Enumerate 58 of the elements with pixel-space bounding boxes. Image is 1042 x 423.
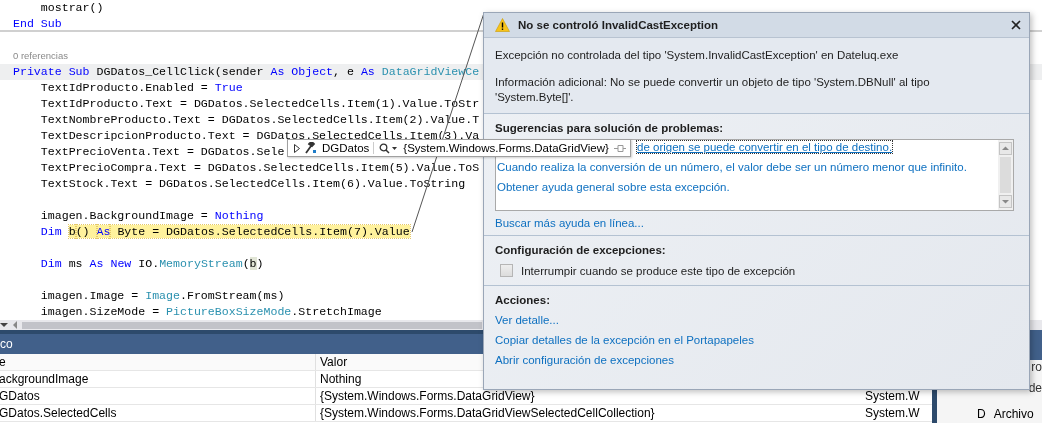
suggestion-link[interactable]: Obtener ayuda general sobre esta excepción.: [497, 181, 730, 193]
variable-name: DGDatos: [322, 142, 375, 154]
search-icon[interactable]: [379, 142, 399, 154]
code-line: TextDescripcionProducto.Text = DGDatos.SelectedCells.Item(3).Va: [39, 129, 480, 142]
variable-name: GDatos: [0, 389, 40, 403]
warning-icon: [495, 18, 510, 32]
variable-type: System.W: [865, 389, 920, 403]
code-line: TextNombreProducto.Text = DGDatos.SelectedCells.Item(2).Value.T: [39, 113, 480, 126]
reference-count[interactable]: 0 referencias: [13, 50, 68, 61]
close-icon: [1011, 20, 1021, 30]
action-link[interactable]: Copiar detalles de la excepción en el Portapapeles: [495, 334, 1019, 346]
field-icon: [305, 142, 317, 154]
code-line: TextIdProducto.Text = DGDatos.SelectedCells.Item(1).Value.ToStr: [39, 97, 480, 110]
section-heading: Sugerencias para solución de problemas:: [495, 122, 725, 134]
code-line: imagen.SizeMode = PictureBoxSizeMode.StretchImage: [39, 305, 382, 318]
exception-details: Información adicional: No se puede convertir un objeto de tipo 'System.DBNull' al tipo 'System.Byte[]'.: [495, 75, 931, 105]
section-heading: Configuración de excepciones:: [495, 244, 667, 256]
column-header[interactable]: Valor: [320, 355, 348, 369]
exception-message: Excepción no controlada del tipo 'System.InvalidCastException' en Dateluq.exe: [495, 48, 900, 63]
variable-name: GDatos.SelectedCells: [0, 406, 117, 420]
more-help-link[interactable]: Buscar más ayuda en línea...: [495, 217, 1019, 229]
pin-icon[interactable]: [613, 143, 626, 153]
scroll-left-icon[interactable]: [12, 321, 18, 329]
code-line: Dim ms As New IO.MemoryStream(b): [39, 257, 264, 270]
panel-title: co: [0, 337, 13, 351]
column-header[interactable]: Archivo: [993, 407, 1034, 423]
checkbox[interactable]: [500, 264, 513, 277]
column-header[interactable]: e: [0, 355, 6, 369]
code-line: End Sub: [13, 17, 62, 30]
scroll-up-icon[interactable]: [999, 142, 1012, 155]
suggestion-link[interactable]: de origen se puede convertir en el tipo de destino.: [637, 141, 893, 153]
variable-value: {System.Windows.Forms.DataGridViewSelectedCellCollection}: [320, 406, 655, 420]
code-line: TextStock.Text = DGDatos.SelectedCells.Item(6).Value.ToString: [39, 177, 466, 190]
dialog-title: No se controló InvalidCastException: [518, 19, 719, 31]
code-line: mostrar(): [39, 1, 104, 14]
code-line: imagen.Image = Image.FromStream(ms): [39, 289, 285, 302]
code-line: imagen.BackgroundImage = Nothing: [39, 209, 264, 222]
panel-text: ro: [1031, 360, 1042, 374]
checkbox-label[interactable]: Interrumpir cuando se produce este tipo de excepción: [521, 264, 796, 277]
expand-icon[interactable]: [294, 143, 300, 153]
code-line: Dim b() As Byte = DGDatos.SelectedCells.Item(7).Value: [39, 225, 410, 238]
variable-value: {System.Windows.Forms.DataGridView}: [320, 389, 535, 403]
variable-name: ackgroundImage: [0, 372, 89, 386]
variable-value: {System.Windows.Forms.DataGridView}: [403, 142, 609, 154]
action-link[interactable]: Ver detalle...: [495, 314, 1019, 326]
variable-value: Nothing: [320, 372, 362, 386]
scroll-down-icon[interactable]: [999, 195, 1012, 208]
dropdown-caret-icon[interactable]: [0, 322, 8, 328]
section-heading: Acciones:: [495, 294, 551, 306]
horizontal-scrollbar[interactable]: [22, 321, 482, 329]
column-header[interactable]: D: [977, 407, 986, 423]
suggestion-link[interactable]: Cuando realiza la conversión de un número, el valor debe ser un número menor que infinito.: [497, 161, 967, 173]
variable-type: System.W: [865, 406, 920, 420]
vertical-scrollbar[interactable]: [998, 140, 1013, 210]
code-line: TextPrecioCompra.Text = DGDatos.SelectedCells.Item(5).Value.ToS: [39, 161, 480, 174]
action-link[interactable]: Abrir configuración de excepciones: [495, 354, 1019, 366]
code-line: TextPrecioVenta.Text = DGDatos.Sele: [39, 145, 285, 158]
code-line: TextIdProducto.Enabled = True: [39, 81, 243, 94]
